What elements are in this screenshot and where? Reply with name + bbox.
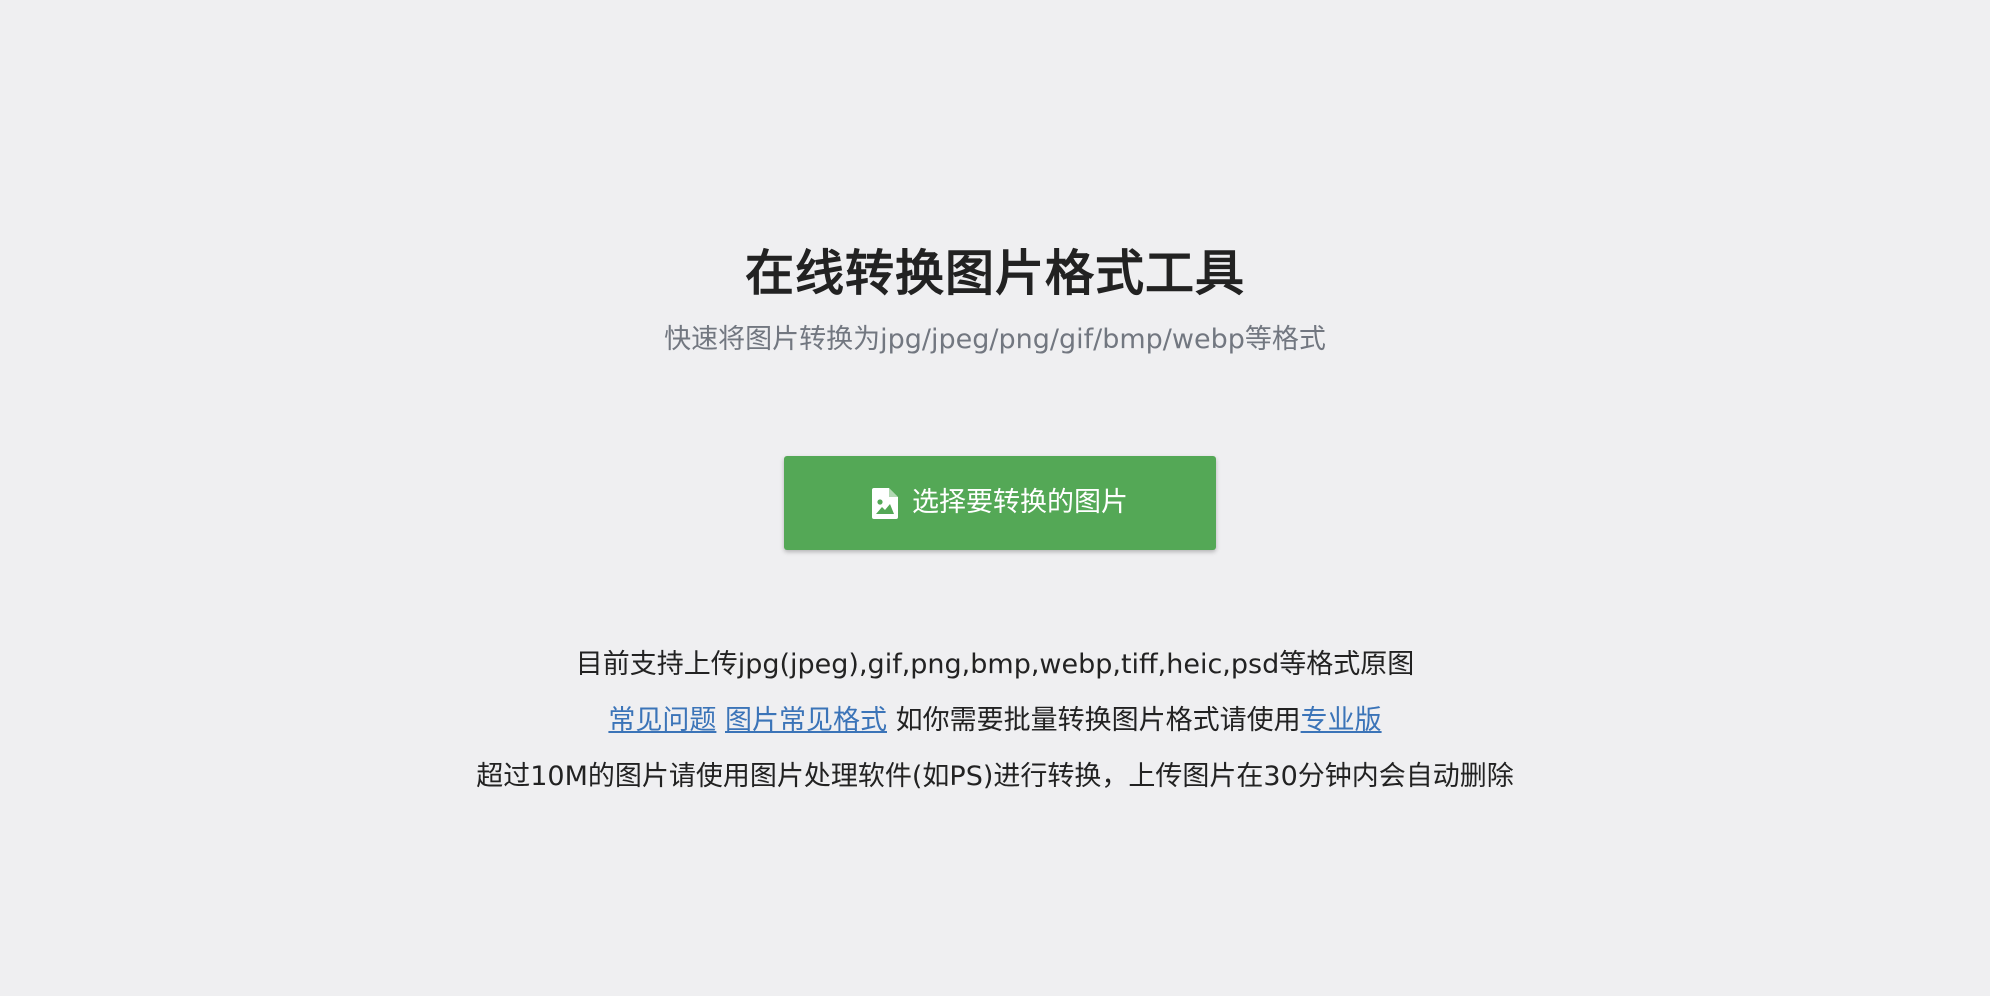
page-title: 在线转换图片格式工具	[744, 245, 1245, 302]
batch-convert-text: 如你需要批量转换图片格式请使用	[895, 705, 1301, 736]
main-content: 在线转换图片格式工具 快速将图片转换为jpg/jpeg/png/gif/bmp/…	[0, 0, 1990, 996]
file-image-icon	[872, 487, 898, 519]
size-notice-text: 超过10M的图片请使用图片处理软件(如PS)进行转换，上传图片在30分钟内会自动…	[476, 761, 1514, 792]
select-image-button[interactable]: 选择要转换的图片	[784, 456, 1216, 550]
help-links-line: 常见问题 图片常见格式 如你需要批量转换图片格式请使用专业版	[0, 701, 1990, 741]
select-image-button-label: 选择要转换的图片	[912, 487, 1128, 518]
image-formats-link[interactable]: 图片常见格式	[725, 705, 887, 736]
pro-version-link[interactable]: 专业版	[1301, 705, 1382, 736]
faq-link[interactable]: 常见问题	[608, 705, 716, 736]
supported-formats-text: 目前支持上传jpg(jpeg),gif,png,bmp,webp,tiff,he…	[575, 649, 1415, 680]
page-subtitle: 快速将图片转换为jpg/jpeg/png/gif/bmp/webp等格式	[664, 324, 1326, 355]
